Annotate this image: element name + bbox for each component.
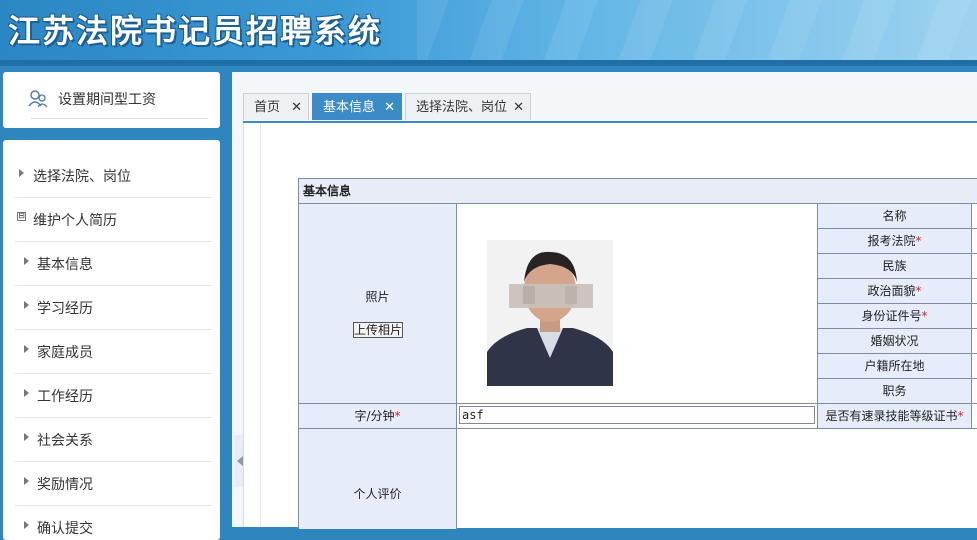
field-label-text: 身份证件号 (861, 309, 922, 323)
field-label-text: 名称 (882, 209, 907, 223)
caret-right-icon (24, 433, 29, 441)
caret-right-icon (19, 169, 24, 177)
field-label-position: 职务 (817, 379, 972, 404)
field-label-text: 户籍所在地 (864, 359, 925, 373)
field-label-marital-status: 婚姻状况 (817, 329, 972, 354)
photo-label: 照片 (365, 290, 390, 304)
applicant-photo (487, 240, 613, 386)
field-input-position[interactable] (972, 379, 977, 404)
sidebar-item-label: 选择法院、岗位 (33, 169, 131, 185)
photo-cell (457, 204, 817, 404)
sidebar-item-label: 工作经历 (37, 389, 93, 405)
evaluation-textarea[interactable] (457, 429, 977, 529)
sidebar-item-awards[interactable]: 奖励情况 (15, 462, 212, 506)
field-label-household-registration: 户籍所在地 (817, 354, 972, 379)
caret-right-icon (24, 521, 29, 529)
upload-photo-button[interactable]: 上传相片 (353, 322, 403, 338)
photo-label-cell: 照片 上传相片 (299, 204, 457, 404)
field-label-text: 民族 (882, 259, 907, 273)
sidebar-item-basic-info[interactable]: 基本信息 (15, 242, 212, 286)
sidebar-item-label: 社会关系 (37, 433, 93, 449)
header-decoration (417, 0, 977, 60)
sidebar-item-label: 维护个人简历 (33, 213, 117, 229)
typing-speed-label: 字/分钟 (354, 409, 395, 423)
typing-speed-input[interactable]: asf (459, 406, 815, 424)
tab-label: 首页 (254, 100, 281, 115)
app-header: 江苏法院书记员招聘系统 (0, 0, 977, 60)
field-input-political-status[interactable] (972, 279, 977, 304)
users-icon (28, 90, 48, 108)
field-label-text: 职务 (882, 384, 907, 398)
divider (31, 118, 208, 119)
required-mark: * (915, 234, 922, 248)
sidebar-item-work[interactable]: 工作经历 (15, 374, 212, 418)
caret-right-icon (24, 345, 29, 353)
evaluation-label-cell: 个人评价 (299, 429, 457, 529)
field-label-certificate: 是否有速录技能等级证书* (817, 404, 972, 429)
sidebar-top-panel: 设置期间型工资 (3, 72, 220, 128)
field-label-name: 名称 (817, 204, 972, 229)
field-input-court[interactable] (972, 229, 977, 254)
sidebar-item-family[interactable]: 家庭成员 (15, 330, 212, 374)
required-mark: * (921, 309, 928, 323)
sidebar-item-submit[interactable]: 确认提交 (15, 506, 212, 540)
close-icon[interactable]: ✕ (513, 94, 524, 121)
sidebar-item-label: 家庭成员 (37, 345, 93, 361)
sidebar-item-label: 学习经历 (37, 301, 93, 317)
typing-speed-cell: asf (457, 404, 817, 429)
form-section-title: 基本信息 (299, 179, 977, 204)
evaluation-label: 个人评价 (353, 487, 402, 501)
tab-select-court[interactable]: 选择法院、岗位 ✕ (405, 93, 531, 120)
required-mark: * (957, 409, 964, 423)
sidebar-top-label[interactable]: 设置期间型工资 (58, 89, 156, 109)
sidebar-item-label: 奖励情况 (37, 477, 93, 493)
tab-bar: 首页 ✕ 基本信息 ✕ 选择法院、岗位 ✕ (243, 93, 977, 123)
sidebar-item-education[interactable]: 学习经历 (15, 286, 212, 330)
field-input-id-number[interactable] (972, 304, 977, 329)
close-icon[interactable]: ✕ (384, 94, 395, 121)
sidebar-group-resume[interactable]: ⊟ 维护个人简历 (15, 198, 212, 242)
sidebar-item-social[interactable]: 社会关系 (15, 418, 212, 462)
field-label-ethnicity: 民族 (817, 254, 972, 279)
tab-home[interactable]: 首页 ✕ (243, 93, 309, 120)
field-label-court: 报考法院* (817, 229, 972, 254)
field-label-id-number: 身份证件号* (817, 304, 972, 329)
close-icon[interactable]: ✕ (291, 94, 302, 121)
field-input-household-registration[interactable] (972, 354, 977, 379)
caret-right-icon (24, 477, 29, 485)
field-label-text: 政治面貌 (867, 284, 916, 298)
sidebar-item-label: 基本信息 (37, 257, 93, 273)
sidebar-menu: 选择法院、岗位 ⊟ 维护个人简历 基本信息 学习经历 家庭成员 工作经历 社会关… (3, 140, 220, 540)
required-mark: * (394, 409, 401, 423)
field-input-name[interactable] (972, 204, 977, 229)
caret-right-icon (24, 301, 29, 309)
caret-right-icon (24, 257, 29, 265)
sidebar-item-label: 确认提交 (37, 521, 93, 537)
tab-basic-info[interactable]: 基本信息 ✕ (312, 93, 402, 120)
tab-label: 选择法院、岗位 (416, 100, 508, 115)
field-label-text: 报考法院 (867, 234, 916, 248)
caret-right-icon (24, 389, 29, 397)
required-mark: * (915, 284, 922, 298)
basic-info-form: 基本信息 照片 上传相片 名称 报考法院* 民族 政治面貌* 身份证件号* 婚姻… (298, 178, 977, 529)
tab-label: 基本信息 (323, 100, 376, 115)
collapse-box-icon[interactable]: ⊟ (17, 212, 26, 221)
header-strip (0, 60, 977, 66)
field-label-political-status: 政治面貌* (817, 279, 972, 304)
field-input-ethnicity[interactable] (972, 254, 977, 279)
app-title: 江苏法院书记员招聘系统 (8, 12, 383, 50)
typing-speed-label-cell: 字/分钟* (299, 404, 457, 429)
sidebar-item-select-court[interactable]: 选择法院、岗位 (15, 154, 212, 198)
field-label-text: 是否有速录技能等级证书 (825, 409, 958, 423)
person-portrait (487, 240, 613, 386)
field-input-marital-status[interactable] (972, 329, 977, 354)
field-input-certificate[interactable] (972, 404, 977, 429)
field-label-text: 婚姻状况 (870, 334, 919, 348)
